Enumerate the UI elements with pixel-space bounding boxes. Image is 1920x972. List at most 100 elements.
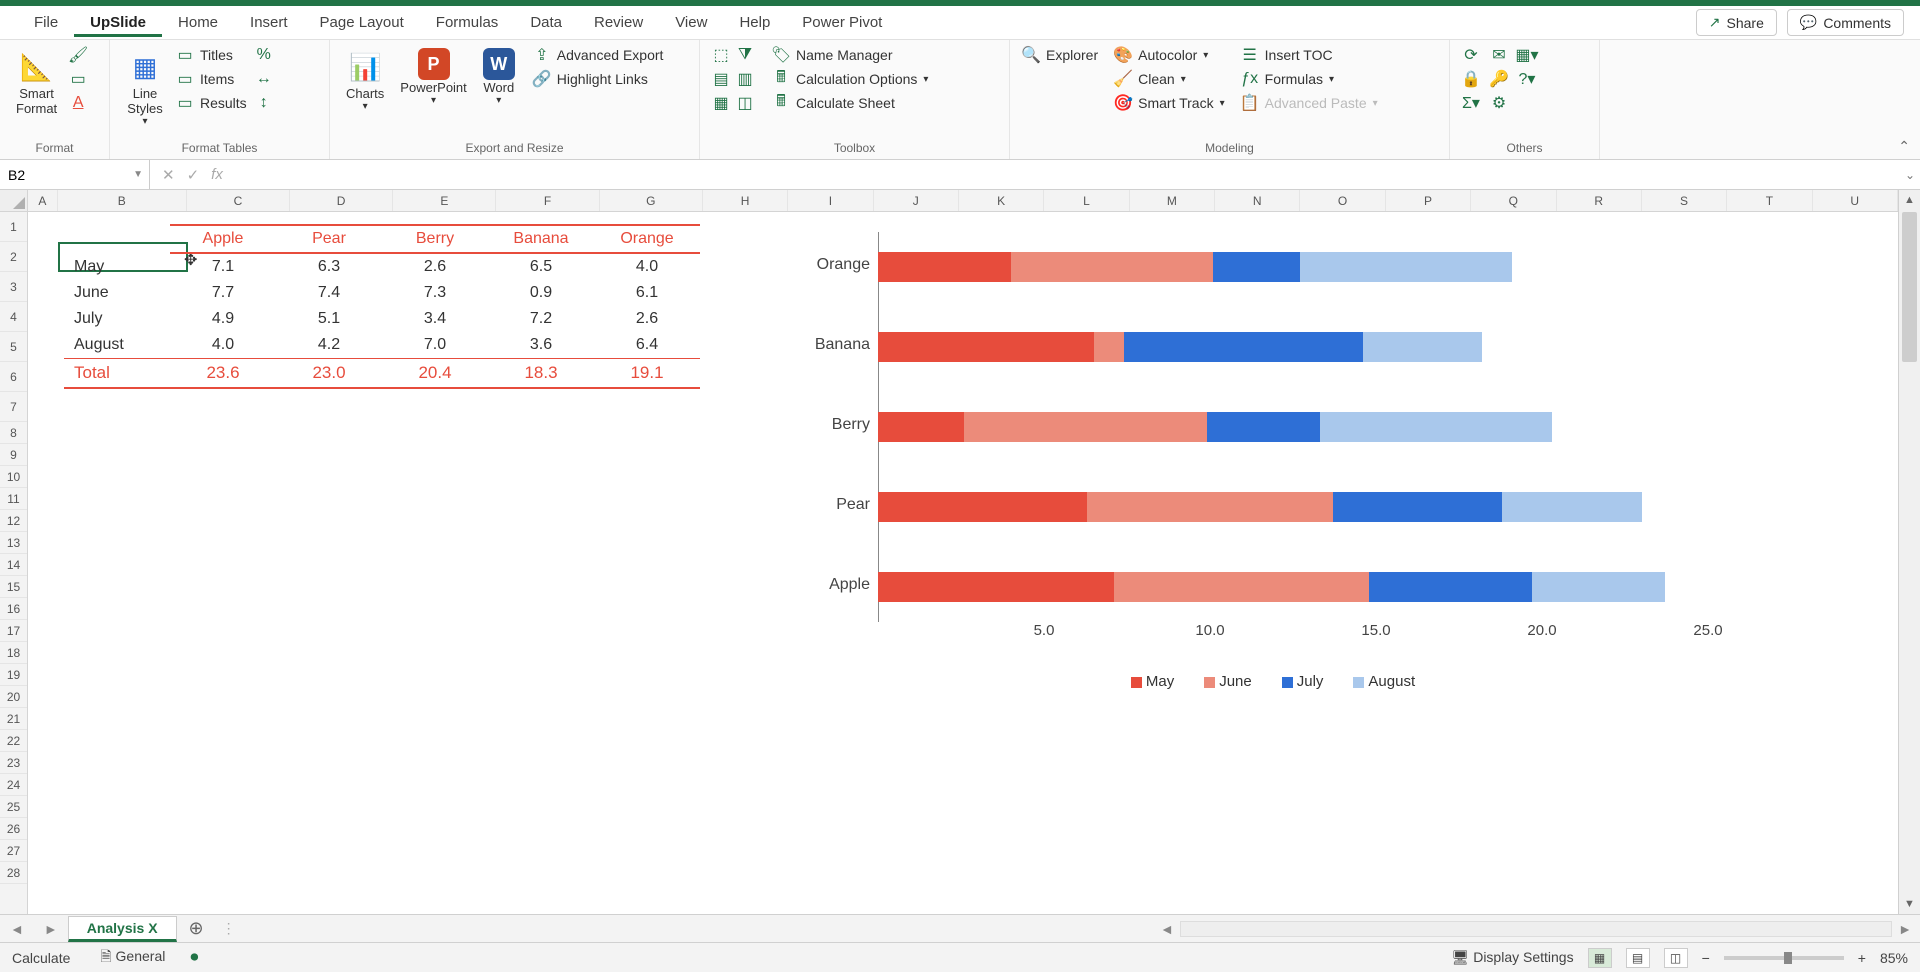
advanced-paste-button[interactable]: 📋Advanced Paste ▾: [1241, 94, 1378, 112]
charts-button[interactable]: 📊Charts▾: [342, 46, 388, 114]
font-color-icon[interactable]: A: [69, 94, 87, 112]
normal-view-button[interactable]: ▦: [1588, 948, 1612, 968]
autocolor-button[interactable]: 🎨Autocolor ▾: [1114, 46, 1225, 64]
status-general[interactable]: 🗎 General: [100, 946, 165, 970]
stacked-bar-chart[interactable]: OrangeBananaBerryPearApple 5.010.015.020…: [788, 232, 1748, 692]
col-header-U[interactable]: U: [1813, 190, 1898, 211]
table-cell[interactable]: 3.6: [488, 332, 594, 359]
percent-icon[interactable]: %: [255, 46, 273, 64]
table-cell[interactable]: 7.0: [382, 332, 488, 359]
col-header-C[interactable]: C: [187, 190, 290, 211]
grid-icon[interactable]: ▦▾: [1518, 46, 1536, 64]
zoom-out-button[interactable]: −: [1702, 950, 1710, 966]
explorer-button[interactable]: 🔍Explorer: [1022, 46, 1098, 64]
horizontal-scrollbar[interactable]: [1180, 921, 1892, 937]
highlight-links-button[interactable]: 🔗Highlight Links: [533, 70, 664, 88]
titles-button[interactable]: ▭Titles: [176, 46, 247, 64]
filter-icon[interactable]: ⧩: [736, 46, 754, 64]
table-cell[interactable]: 7.4: [276, 280, 382, 306]
menu-tab-home[interactable]: Home: [162, 8, 234, 37]
name-manager-button[interactable]: 🏷Name Manager: [772, 46, 928, 64]
chart-bar-banana[interactable]: [878, 332, 1482, 362]
tab-nav-next[interactable]: ►: [34, 921, 68, 937]
row-header-25[interactable]: 25: [0, 796, 27, 818]
row-header-21[interactable]: 21: [0, 708, 27, 730]
table-cell[interactable]: 0.9: [488, 280, 594, 306]
row-header-14[interactable]: 14: [0, 554, 27, 576]
macro-record-icon[interactable]: ⏺: [185, 949, 203, 967]
insert-toc-button[interactable]: ☰Insert TOC: [1241, 46, 1378, 64]
select-all-button[interactable]: [0, 190, 27, 212]
menu-tab-view[interactable]: View: [659, 8, 723, 37]
vertical-scrollbar[interactable]: ▲ ▼: [1898, 190, 1920, 914]
menu-tab-help[interactable]: Help: [723, 8, 786, 37]
key-icon[interactable]: 🔑: [1490, 70, 1508, 88]
col-header-P[interactable]: P: [1386, 190, 1471, 211]
row-header-8[interactable]: 8: [0, 422, 27, 444]
zoom-value[interactable]: 85%: [1880, 950, 1908, 966]
scroll-thumb[interactable]: [1902, 212, 1917, 362]
row-header-11[interactable]: 11: [0, 488, 27, 510]
toolbox-icon2[interactable]: ▤: [712, 70, 730, 88]
add-sheet-button[interactable]: ⊕: [177, 918, 216, 939]
row-header-27[interactable]: 27: [0, 840, 27, 862]
row-header-26[interactable]: 26: [0, 818, 27, 840]
menu-tab-data[interactable]: Data: [514, 8, 578, 37]
row-header-23[interactable]: 23: [0, 752, 27, 774]
table-cell[interactable]: 2.6: [382, 253, 488, 280]
chart-bar-pear[interactable]: [878, 492, 1642, 522]
menu-tab-page-layout[interactable]: Page Layout: [304, 8, 420, 37]
refresh-icon[interactable]: ⟳: [1462, 46, 1480, 64]
col-header-L[interactable]: L: [1044, 190, 1129, 211]
row-header-22[interactable]: 22: [0, 730, 27, 752]
table-cell[interactable]: 6.3: [276, 253, 382, 280]
table-cell[interactable]: 6.5: [488, 253, 594, 280]
powerpoint-button[interactable]: PPowerPoint▾: [396, 46, 470, 108]
smart-track-button[interactable]: 🎯Smart Track ▾: [1114, 94, 1225, 112]
calc-options-button[interactable]: 🖩Calculation Options ▾: [772, 70, 928, 88]
row-header-2[interactable]: 2: [0, 242, 27, 272]
table-cell[interactable]: 4.2: [276, 332, 382, 359]
row-header-20[interactable]: 20: [0, 686, 27, 708]
name-box[interactable]: B2▼: [0, 160, 150, 189]
calc-sheet-button[interactable]: 🖩Calculate Sheet: [772, 94, 928, 112]
row-header-16[interactable]: 16: [0, 598, 27, 620]
menu-tab-formulas[interactable]: Formulas: [420, 8, 515, 37]
table-cell[interactable]: May: [64, 253, 170, 280]
col-header-T[interactable]: T: [1727, 190, 1812, 211]
column-headers[interactable]: ABCDEFGHIJKLMNOPQRSTU: [28, 190, 1898, 212]
chart-bar-apple[interactable]: [878, 572, 1665, 602]
page-layout-view-button[interactable]: ▤: [1626, 948, 1650, 968]
page-break-view-button[interactable]: ◫: [1664, 948, 1688, 968]
accept-icon[interactable]: ✓: [187, 166, 200, 184]
row-header-28[interactable]: 28: [0, 862, 27, 884]
height-icon[interactable]: ↕: [255, 94, 273, 112]
col-header-K[interactable]: K: [959, 190, 1044, 211]
width-icon[interactable]: ↔: [255, 70, 273, 88]
mail-icon[interactable]: ✉: [1490, 46, 1508, 64]
row-header-10[interactable]: 10: [0, 466, 27, 488]
lock-icon[interactable]: 🔒: [1462, 70, 1480, 88]
scroll-down-button[interactable]: ▼: [1899, 894, 1920, 914]
col-header-D[interactable]: D: [290, 190, 393, 211]
row-header-6[interactable]: 6: [0, 362, 27, 392]
table-cell[interactable]: 5.1: [276, 306, 382, 332]
table-cell[interactable]: 7.2: [488, 306, 594, 332]
col-header-Q[interactable]: Q: [1471, 190, 1556, 211]
table-cell[interactable]: 7.3: [382, 280, 488, 306]
row-header-12[interactable]: 12: [0, 510, 27, 532]
col-header-S[interactable]: S: [1642, 190, 1727, 211]
word-button[interactable]: WWord▾: [479, 46, 519, 108]
scroll-up-button[interactable]: ▲: [1899, 190, 1920, 210]
hscroll-right[interactable]: ►: [1898, 921, 1912, 937]
row-header-9[interactable]: 9: [0, 444, 27, 466]
row-header-15[interactable]: 15: [0, 576, 27, 598]
table-cell[interactable]: 6.4: [594, 332, 700, 359]
help-icon[interactable]: ?▾: [1518, 70, 1536, 88]
display-settings-button[interactable]: 🖥 Display Settings: [1452, 949, 1574, 966]
col-header-J[interactable]: J: [874, 190, 959, 211]
comments-button[interactable]: 💬Comments: [1787, 9, 1904, 36]
toolbox-icon3[interactable]: ▥: [736, 70, 754, 88]
col-header-H[interactable]: H: [703, 190, 788, 211]
table-cell[interactable]: July: [64, 306, 170, 332]
